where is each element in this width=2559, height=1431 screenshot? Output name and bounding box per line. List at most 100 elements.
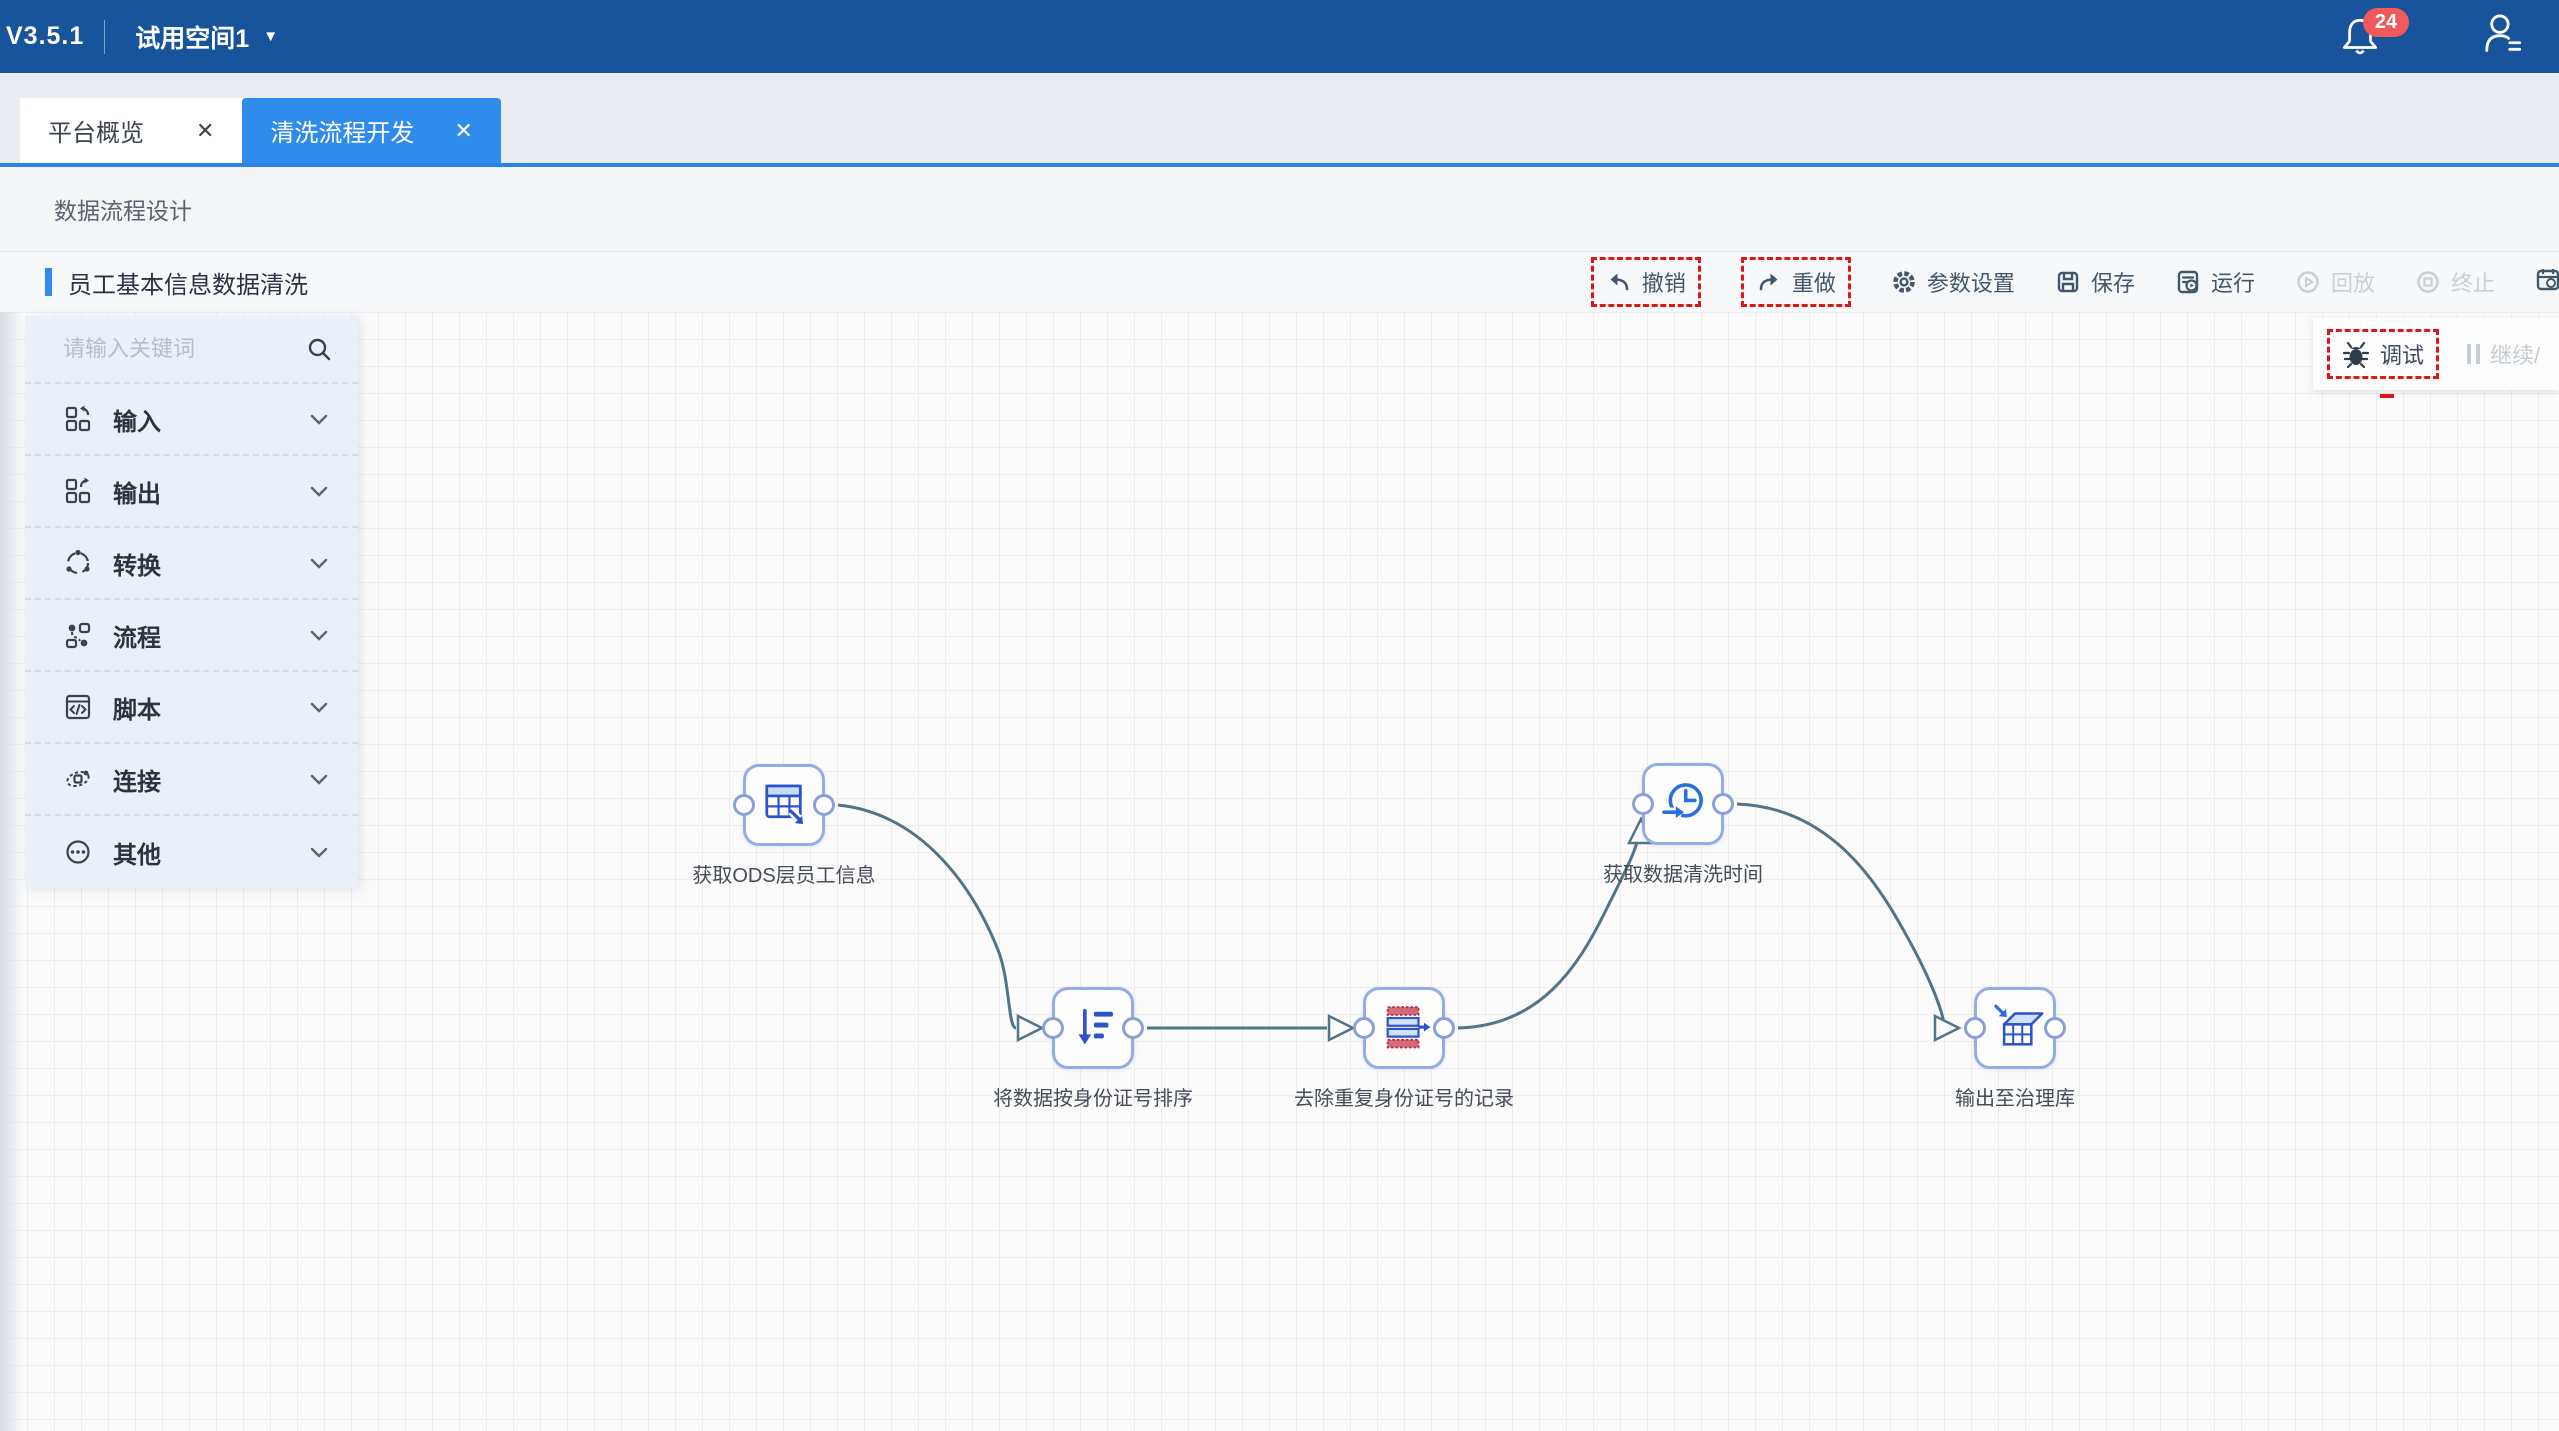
flow-title-text: 员工基本信息数据清洗 (68, 265, 308, 300)
node-port-left[interactable] (733, 794, 755, 816)
notification-bell-button[interactable]: 24 (2339, 14, 2383, 60)
sidebar-item-label: 转换 (113, 546, 161, 581)
close-icon[interactable]: ✕ (454, 120, 472, 142)
sidebar-item-label: 输出 (113, 474, 161, 509)
node-port-right[interactable] (1122, 1017, 1144, 1039)
redo-button[interactable]: 重做 (1741, 257, 1851, 307)
node-label: 将数据按身份证号排序 (993, 1082, 1193, 1111)
top-bar: V3.5.1 试用空间1 ▼ 24 (0, 0, 2559, 73)
sidebar-item-other[interactable]: 其他 (25, 816, 358, 888)
save-icon (2055, 269, 2081, 295)
script-icon (63, 692, 93, 722)
chevron-down-icon[interactable] (308, 552, 330, 574)
redo-label: 重做 (1792, 266, 1836, 298)
sidebar-item-label: 连接 (113, 762, 161, 797)
replay-label: 回放 (2331, 266, 2375, 298)
sidebar-item-label: 输入 (113, 402, 161, 437)
sidebar-search (25, 316, 358, 384)
flow-node-dedup[interactable]: 去除重复身份证号的记录 (1363, 987, 1445, 1069)
flow-canvas[interactable]: 调试 继续/ (0, 312, 2559, 1431)
debug-button[interactable]: 调试 (2327, 329, 2439, 379)
settings-label: 参数设置 (1927, 266, 2015, 298)
flow-node-sort[interactable]: 将数据按身份证号排序 (1052, 987, 1134, 1069)
close-icon[interactable]: ✕ (196, 120, 214, 142)
schedule-button-partial[interactable] (2535, 266, 2559, 298)
gear-icon (1891, 269, 1917, 295)
search-icon[interactable] (306, 336, 332, 362)
stop-icon (2415, 269, 2441, 295)
parameter-settings-button[interactable]: 参数设置 (1891, 257, 2015, 307)
sidebar-item-script[interactable]: 脚本 (25, 672, 358, 744)
schedule-icon (2535, 266, 2559, 292)
tab-cleaning-flow-dev[interactable]: 清洗流程开发 ✕ (242, 98, 500, 163)
sidebar-item-output[interactable]: 输出 (25, 456, 358, 528)
flow-header: 员工基本信息数据清洗 撤销 重做 (0, 252, 2559, 312)
flow-node-get-time[interactable]: 获取数据清洗时间 (1642, 763, 1724, 845)
sidebar-item-input[interactable]: 输入 (25, 384, 358, 456)
app-version: V3.5.1 (6, 22, 84, 51)
node-port-right[interactable] (1712, 793, 1734, 815)
node-port-right[interactable] (813, 794, 835, 816)
node-label: 去除重复身份证号的记录 (1294, 1082, 1514, 1111)
continue-label: 继续/ (2490, 338, 2540, 370)
node-port-left[interactable] (1632, 793, 1654, 815)
chevron-down-icon[interactable] (308, 841, 330, 863)
flow-toolbar: 撤销 重做 参数设置 (1591, 257, 2559, 307)
sidebar-item-label: 脚本 (113, 690, 161, 725)
tab-platform-overview[interactable]: 平台概览 ✕ (20, 98, 242, 163)
sidebar-item-label: 流程 (113, 618, 161, 653)
title-accent-bar (45, 268, 52, 296)
component-sidebar: 输入 输出 (25, 316, 358, 888)
save-button[interactable]: 保存 (2055, 257, 2135, 307)
sidebar-item-label: 其他 (113, 835, 161, 870)
pause-icon (2467, 344, 2480, 364)
debug-label: 调试 (2380, 338, 2424, 370)
node-port-right[interactable] (2044, 1017, 2066, 1039)
chevron-down-icon[interactable] (308, 624, 330, 646)
caret-down-icon: ▼ (263, 29, 278, 44)
run-button[interactable]: 运行 (2175, 257, 2255, 307)
chevron-down-icon[interactable] (308, 408, 330, 430)
node-label: 输出至治理库 (1955, 1082, 2075, 1111)
user-account-button[interactable] (2479, 11, 2523, 62)
node-port-left[interactable] (1964, 1017, 1986, 1039)
chevron-down-icon[interactable] (308, 768, 330, 790)
node-port-right[interactable] (1433, 1017, 1455, 1039)
table-extract-icon (755, 776, 813, 834)
sidebar-item-transform[interactable]: 转换 (25, 528, 358, 600)
grid-input-icon (63, 404, 93, 434)
replay-button: 回放 (2295, 257, 2375, 307)
sidebar-item-flow[interactable]: 流程 (25, 600, 358, 672)
tab-label: 平台概览 (48, 113, 144, 148)
connect-icon (63, 764, 93, 794)
undo-button[interactable]: 撤销 (1591, 257, 1701, 307)
section-header: 数据流程设计 (0, 167, 2559, 252)
save-label: 保存 (2091, 266, 2135, 298)
flow-icon (63, 620, 93, 650)
chevron-down-icon[interactable] (308, 696, 330, 718)
workspace-switcher[interactable]: 试用空间1 ▼ (135, 19, 278, 55)
dedup-icon (1375, 999, 1433, 1057)
node-port-left[interactable] (1353, 1017, 1375, 1039)
tab-bar: 平台概览 ✕ 清洗流程开发 ✕ (0, 73, 2559, 167)
search-input[interactable] (61, 335, 306, 363)
sidebar-item-connect[interactable]: 连接 (25, 744, 358, 816)
flow-node-output[interactable]: 输出至治理库 (1974, 987, 2056, 1069)
clock-arrow-icon (1654, 775, 1712, 833)
redo-icon (1756, 269, 1782, 295)
grid-output-icon (63, 476, 93, 506)
node-port-left[interactable] (1042, 1017, 1064, 1039)
sort-icon (1064, 999, 1122, 1057)
terminate-label: 终止 (2451, 266, 2495, 298)
chevron-down-icon[interactable] (308, 480, 330, 502)
edge (1737, 804, 1944, 1024)
user-icon (2479, 11, 2523, 57)
flow-node-source[interactable]: 获取ODS层员工信息 (743, 764, 825, 846)
run-icon (2175, 269, 2201, 295)
canvas-left-shadow (0, 312, 24, 1431)
app-window: V3.5.1 试用空间1 ▼ 24 (0, 0, 2559, 1431)
transform-cycle-icon (63, 548, 93, 578)
edge-arrowhead (1018, 1016, 1042, 1040)
more-icon (63, 837, 93, 867)
table-import-icon (1986, 999, 2044, 1057)
